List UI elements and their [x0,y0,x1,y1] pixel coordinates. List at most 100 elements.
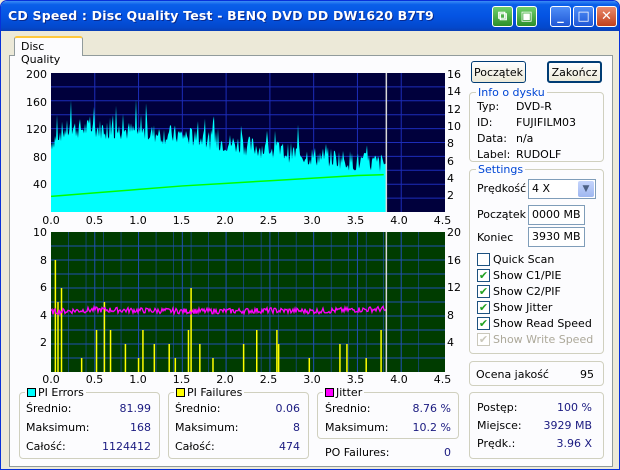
minimize-button[interactable]: _ [550,6,571,27]
y-tick-left: 120 [26,123,47,137]
pi-failures-title: PI Failures [187,386,243,399]
speed-label: Prędkość [477,182,527,195]
disc-info-title: Info o dysku [476,86,547,99]
y2-tick-right: 12 [447,281,461,295]
checkbox[interactable]: ✔ [477,269,490,282]
checkbox-label: Show C2/PIF [493,285,561,298]
jitter-title: Jitter [336,386,363,399]
stat-label: Średnio: [325,402,371,415]
x-tick: 3.5 [346,373,365,386]
progress-value: 3.96 X [556,437,592,450]
checkbox[interactable] [477,253,490,266]
x-tick: 1.0 [129,373,147,386]
y2-tick-right: 16 [447,253,461,267]
stat-label: Średnio: [26,402,72,415]
checkbox[interactable]: ✔ [477,285,490,298]
stat-label: Całość: [175,440,215,453]
stat-value: 8 [293,421,300,434]
y2-tick-right: 4 [447,171,454,185]
speed-value: 4 X [532,182,551,195]
jitter-swatch [325,388,334,397]
close-button[interactable]: ✕ [596,6,617,27]
x-tick: 2.5 [259,373,278,386]
checkbox-label: Show Jitter [493,301,553,314]
pi-failures-chart [51,232,445,372]
chevron-down-icon[interactable]: ▼ [578,181,594,197]
x-tick: 3.0 [303,373,321,386]
quality-box: Ocena jakość 95 [469,361,604,386]
x-tick: 2.5 [259,214,278,227]
copy-icon[interactable]: ⧉ [492,6,513,27]
y-tick-left: 8 [40,253,47,267]
y-tick-left: 40 [33,178,47,192]
x-tick: 1.5 [172,214,191,227]
checkbox-label: Quick Scan [493,253,555,266]
tab-disc-quality[interactable]: Disc Quality [14,36,83,66]
y-tick-left: 10 [33,226,47,239]
y-tick-left: 200 [26,68,47,81]
po-failures-label: PO Failures: [325,446,390,459]
y2-tick-right: 8 [447,137,454,151]
stat-label: Maksimum: [175,421,239,434]
checkbox[interactable]: ✔ [477,301,490,314]
progress-value: 3929 MB [543,419,592,432]
y2-tick-right: 20 [447,226,461,239]
x-tick: 4.0 [390,214,408,227]
disc-info-value: DVD-R [516,100,552,113]
maximize-button[interactable]: □ [573,6,594,27]
disc-info-value: FUJIFILM03 [516,116,577,129]
checkbox-label: Show C1/PIE [493,269,562,282]
y2-tick-right: 2 [447,189,454,203]
x-tick: 4.5 [433,214,452,227]
stat-value: 168 [130,421,151,434]
disc-info-label: Label: [477,148,511,161]
stat-value: 474 [279,440,300,453]
start-label: Początek [477,208,526,221]
x-tick: 2.0 [216,214,234,227]
end-field[interactable]: 3930 MB [528,227,585,247]
stat-value: 8.76 % [412,402,451,415]
x-tick: 2.0 [216,373,234,386]
end-button[interactable]: Zakończ [547,61,602,83]
disc-info-value: n/a [516,132,534,145]
pi-errors-chart [51,73,445,212]
checkbox: ✔ [477,333,490,346]
x-tick: 3.5 [346,214,365,227]
start-button[interactable]: Początek [471,61,526,83]
stat-label: Maksimum: [325,421,389,434]
y2-tick-right: 8 [447,308,454,322]
title-bar[interactable]: CD Speed : Disc Quality Test - BENQ DVD … [1,1,619,31]
stat-value: 0.06 [275,402,301,415]
app-window: CD Speed : Disc Quality Test - BENQ DVD … [0,0,620,470]
pi-errors-area [51,99,387,212]
end-label: Koniec [477,231,514,244]
x-tick: 1.0 [129,214,147,227]
progress-value: 100 % [557,401,592,414]
x-tick: 0.5 [85,214,104,227]
pif-swatch [176,388,185,397]
x-tick: 3.0 [303,214,321,227]
y2-tick-right: 6 [447,154,454,168]
save-icon[interactable]: ▣ [516,6,537,27]
disc-info-label: ID: [477,116,493,129]
speed-select[interactable]: 4 X ▼ [528,179,596,199]
stat-label: Maksimum: [26,421,90,434]
x-tick: 0.5 [85,373,104,386]
checkbox-label: Show Read Speed [493,317,592,330]
disc-info-label: Data: [477,132,507,145]
pi-failures-legend: PI Failures [174,386,245,399]
stat-value: 1124412 [102,440,151,453]
start-field[interactable]: 0000 MB [528,205,585,225]
y2-tick-right: 12 [447,102,461,116]
po-failures-value: 0 [444,446,451,459]
x-tick: 1.5 [172,373,191,386]
stat-label: Średnio: [175,402,221,415]
y-tick-left: 2 [40,336,47,350]
checkbox-label: Show Write Speed [493,333,594,346]
checkbox[interactable]: ✔ [477,317,490,330]
x-tick: 4.0 [390,373,408,386]
y-tick-left: 4 [40,308,47,322]
settings-title: Settings [476,163,526,176]
progress-label: Prędk.: [477,437,516,450]
pi-errors-title: PI Errors [38,386,84,399]
